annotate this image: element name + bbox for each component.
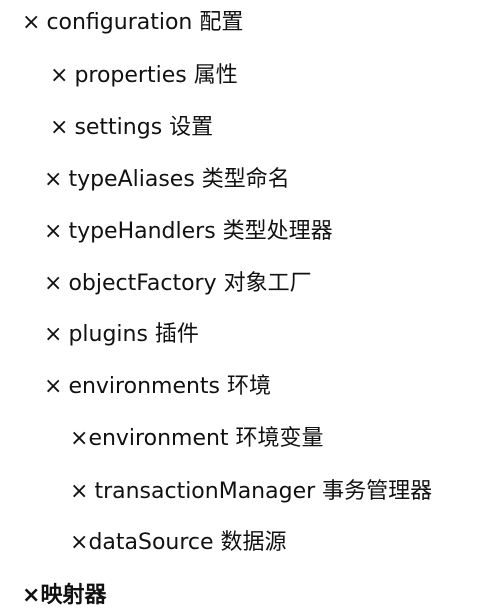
list-item-label: environment 环境变量 — [88, 426, 324, 451]
list-item-label: settings 设置 — [74, 115, 214, 140]
x-mark-icon: × — [44, 219, 63, 244]
list-item-environments: × environments 环境 — [44, 373, 271, 401]
x-mark-icon: × — [22, 10, 41, 35]
x-mark-icon: × — [70, 530, 89, 555]
list-item-typehandlers: × typeHandlers 类型处理器 — [44, 218, 333, 246]
list-item-label: environments 环境 — [68, 374, 272, 399]
list-item-typealiases: × typeAliases 类型命名 — [44, 166, 290, 194]
list-item-label: properties 属性 — [74, 63, 238, 88]
list-item-label: objectFactory 对象工厂 — [68, 271, 312, 296]
x-mark-icon: × — [70, 426, 89, 451]
list-item-label: dataSource 数据源 — [88, 530, 287, 555]
list-item-transactionmanager: × transactionManager 事务管理器 — [70, 478, 432, 506]
x-mark-icon: × — [44, 322, 63, 347]
list-item-objectfactory: × objectFactory 对象工厂 — [44, 270, 312, 298]
x-mark-icon: × — [70, 479, 89, 504]
list-item-label: transactionManager 事务管理器 — [94, 479, 433, 504]
list-item-configuration: × configuration 配置 — [22, 9, 243, 37]
x-mark-icon: × — [50, 63, 69, 88]
list-item-label: configuration 配置 — [46, 10, 244, 35]
list-item-label: 映射器 — [40, 583, 107, 608]
list-item-label: plugins 插件 — [68, 322, 199, 347]
x-mark-icon: × — [44, 374, 63, 399]
list-item-label: typeHandlers 类型处理器 — [68, 219, 333, 244]
list-item-plugins: × plugins 插件 — [44, 321, 199, 349]
list-item-label: typeAliases 类型命名 — [68, 167, 290, 192]
x-mark-icon: × — [44, 167, 63, 192]
x-mark-icon: × — [22, 583, 41, 608]
x-mark-icon: × — [50, 115, 69, 140]
x-mark-icon: × — [44, 271, 63, 296]
list-item-mappers: ×映射器 — [22, 582, 106, 610]
list-item-settings: × settings 设置 — [50, 114, 213, 142]
list-item-datasource: ×dataSource 数据源 — [70, 529, 287, 557]
list-item-properties: × properties 属性 — [50, 62, 238, 90]
list-item-environment: ×environment 环境变量 — [70, 425, 324, 453]
